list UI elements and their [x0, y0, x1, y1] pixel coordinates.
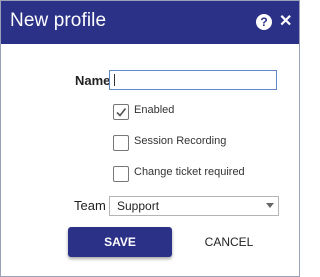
- cancel-button[interactable]: CANCEL: [197, 227, 261, 257]
- team-label: Team: [74, 198, 106, 213]
- dialog-title: New profile: [10, 10, 107, 31]
- save-button[interactable]: SAVE: [68, 227, 172, 257]
- chevron-down-icon: [266, 203, 274, 208]
- name-input[interactable]: [109, 70, 277, 90]
- checkmark-icon: [116, 108, 127, 117]
- text-caret: [114, 74, 115, 86]
- new-profile-dialog: New profile ? ✕ Name Enabled Session Rec…: [0, 0, 300, 277]
- session-recording-label: Session Recording: [134, 135, 227, 147]
- change-ticket-label: Change ticket required: [134, 166, 245, 178]
- enabled-checkbox[interactable]: [113, 104, 129, 120]
- team-select[interactable]: Support: [109, 196, 279, 216]
- dialog-titlebar: New profile ? ✕: [1, 1, 299, 44]
- team-select-value: Support: [117, 199, 160, 213]
- enabled-label: Enabled: [134, 104, 175, 116]
- change-ticket-checkbox[interactable]: [113, 166, 129, 182]
- help-icon[interactable]: ?: [256, 14, 272, 30]
- close-icon[interactable]: ✕: [279, 12, 292, 32]
- name-label: Name: [75, 73, 111, 88]
- session-recording-checkbox[interactable]: [113, 135, 129, 151]
